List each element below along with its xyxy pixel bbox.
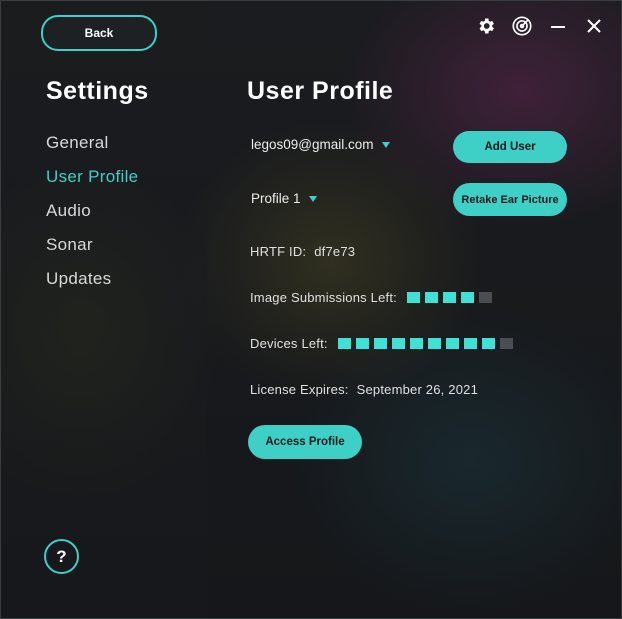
license-label: License Expires: bbox=[250, 382, 349, 397]
indicator-square-filled bbox=[445, 338, 459, 349]
image-submissions-indicator bbox=[406, 292, 492, 303]
caret-down-icon bbox=[381, 141, 390, 148]
hrtf-id-value: df7e73 bbox=[314, 244, 356, 259]
image-submissions-label: Image Submissions Left: bbox=[250, 290, 397, 305]
sidebar-item-audio[interactable]: Audio bbox=[46, 200, 138, 234]
indicator-square-filled bbox=[481, 338, 495, 349]
add-user-button[interactable]: Add User bbox=[453, 131, 567, 163]
devices-left-row: Devices Left: bbox=[250, 336, 513, 351]
indicator-square-empty bbox=[478, 292, 492, 303]
indicator-square-filled bbox=[442, 292, 456, 303]
close-icon[interactable] bbox=[583, 15, 605, 37]
window-controls bbox=[475, 15, 605, 37]
sidebar-item-general[interactable]: General bbox=[46, 132, 138, 166]
indicator-square-filled bbox=[460, 292, 474, 303]
radar-icon[interactable] bbox=[511, 15, 533, 37]
account-dropdown-value: legos09@gmail.com bbox=[251, 137, 374, 152]
sidebar-nav: General User Profile Audio Sonar Updates bbox=[46, 132, 138, 302]
gear-icon[interactable] bbox=[475, 15, 497, 37]
license-value: September 26, 2021 bbox=[356, 382, 478, 397]
help-button[interactable]: ? bbox=[44, 539, 79, 574]
page-title: User Profile bbox=[247, 77, 394, 105]
retake-ear-picture-button[interactable]: Retake Ear Picture bbox=[453, 183, 567, 216]
caret-down-icon bbox=[308, 195, 317, 202]
indicator-square-filled bbox=[409, 338, 423, 349]
hrtf-id-label: HRTF ID: bbox=[250, 244, 307, 259]
indicator-square-filled bbox=[427, 338, 441, 349]
image-submissions-row: Image Submissions Left: bbox=[250, 290, 492, 305]
profile-dropdown[interactable]: Profile 1 bbox=[251, 191, 317, 206]
account-dropdown[interactable]: legos09@gmail.com bbox=[251, 137, 390, 152]
sidebar-title: Settings bbox=[46, 77, 149, 105]
indicator-square-filled bbox=[355, 338, 369, 349]
indicator-square-filled bbox=[463, 338, 477, 349]
hrtf-id-row: HRTF ID: df7e73 bbox=[250, 244, 355, 259]
access-profile-button[interactable]: Access Profile bbox=[248, 425, 362, 459]
devices-left-indicator bbox=[337, 338, 513, 349]
devices-left-label: Devices Left: bbox=[250, 336, 328, 351]
indicator-square-filled bbox=[406, 292, 420, 303]
sidebar-item-updates[interactable]: Updates bbox=[46, 268, 138, 302]
sidebar-item-user-profile[interactable]: User Profile bbox=[46, 166, 138, 200]
indicator-square-empty bbox=[499, 338, 513, 349]
indicator-square-filled bbox=[424, 292, 438, 303]
sidebar-item-sonar[interactable]: Sonar bbox=[46, 234, 138, 268]
indicator-square-filled bbox=[373, 338, 387, 349]
license-row: License Expires: September 26, 2021 bbox=[250, 382, 478, 397]
indicator-square-filled bbox=[391, 338, 405, 349]
profile-dropdown-value: Profile 1 bbox=[251, 191, 301, 206]
app-window: Back Settings General User Profile Audio… bbox=[0, 0, 622, 619]
minimize-icon[interactable] bbox=[547, 15, 569, 37]
indicator-square-filled bbox=[337, 338, 351, 349]
back-button[interactable]: Back bbox=[41, 15, 157, 51]
